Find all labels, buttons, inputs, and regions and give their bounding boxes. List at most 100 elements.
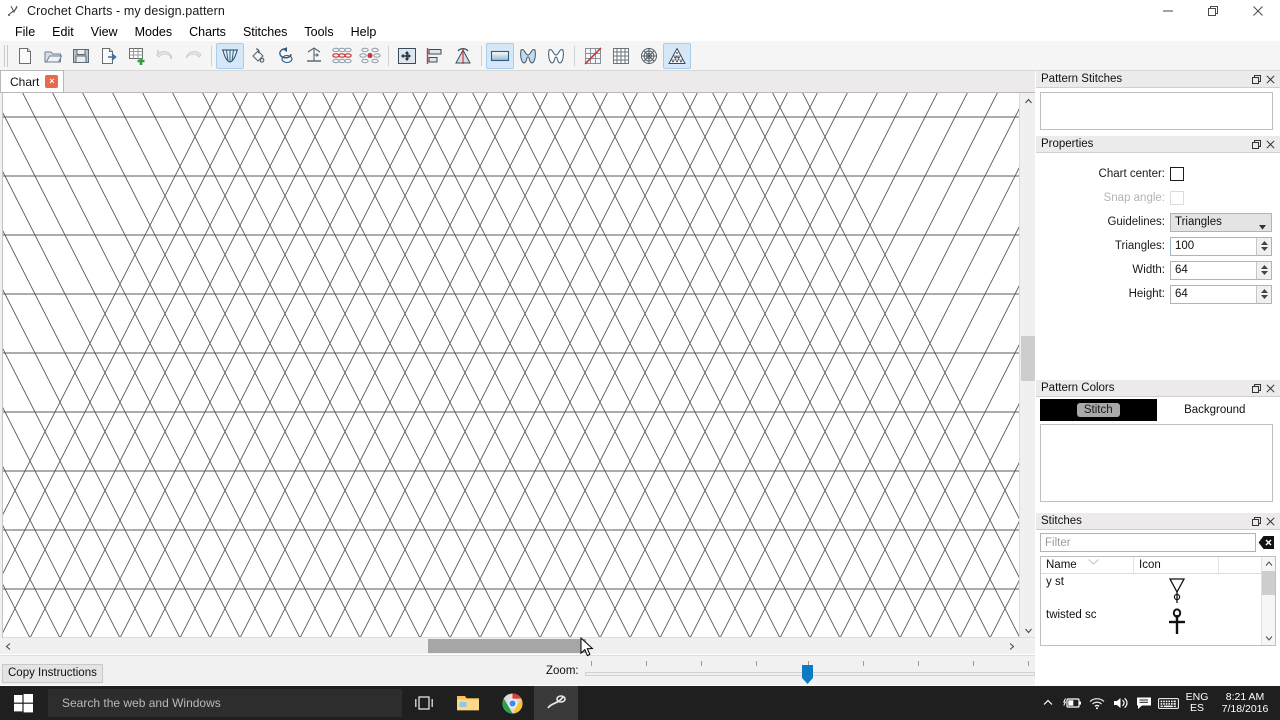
redo-button[interactable] (179, 43, 207, 69)
height-value: 64 (1175, 288, 1188, 300)
stitch-mode-button[interactable] (216, 42, 244, 69)
wifi-icon[interactable] (1084, 686, 1108, 720)
stitches-table[interactable]: Name Icon y st twisted sc (1040, 556, 1276, 646)
pattern-stitches-close-icon[interactable] (1263, 72, 1277, 86)
move-tool-button[interactable] (393, 43, 421, 69)
new-document-button[interactable] (11, 43, 39, 69)
tab-close-icon[interactable]: × (45, 75, 59, 88)
menu-charts[interactable]: Charts (181, 23, 235, 41)
height-input[interactable]: 64 (1170, 284, 1272, 304)
pattern-stitches-float-icon[interactable] (1249, 72, 1263, 86)
toolbar-grip[interactable] (3, 44, 9, 67)
menu-help[interactable]: Help (343, 23, 386, 41)
chart-style-row-button[interactable] (486, 42, 514, 69)
stitches-float-icon[interactable] (1249, 514, 1263, 528)
chart-style-blob-outline-button[interactable] (542, 43, 570, 69)
table-row[interactable]: twisted sc (1041, 607, 1275, 640)
new-chart-button[interactable] (123, 43, 151, 69)
stitches-table-scrollbar[interactable] (1261, 557, 1275, 645)
chart-canvas[interactable] (0, 93, 1035, 638)
canvas-horizontal-scrollbar[interactable] (0, 637, 1035, 654)
scroll-down-button[interactable] (1020, 622, 1036, 638)
height-stepper[interactable] (1256, 285, 1271, 303)
clock[interactable]: 8:21 AM 7/18/2016 (1214, 691, 1276, 715)
stitches-scroll-thumb[interactable] (1262, 571, 1275, 595)
menu-modes[interactable]: Modes (127, 23, 182, 41)
properties-float-icon[interactable] (1249, 137, 1263, 151)
file-explorer-button[interactable] (446, 686, 490, 720)
row-edit-mode-button[interactable] (328, 43, 356, 69)
properties-close-icon[interactable] (1263, 137, 1277, 151)
zoom-slider[interactable] (585, 656, 1035, 684)
pattern-colors-float-icon[interactable] (1249, 381, 1263, 395)
canvas-vertical-scrollbar[interactable] (1019, 93, 1035, 638)
stitches-filter-input[interactable]: Filter (1040, 533, 1256, 552)
stitches-close-icon[interactable] (1263, 514, 1277, 528)
keyboard-icon[interactable] (1156, 686, 1180, 720)
rotate-mode-button[interactable] (272, 43, 300, 69)
tab-stitch-color[interactable]: Stitch (1040, 399, 1157, 421)
stitches-scroll-up-button[interactable] (1262, 557, 1275, 571)
scroll-up-button[interactable] (1020, 93, 1036, 109)
show-hidden-icons-button[interactable] (1036, 686, 1060, 720)
chrome-button[interactable] (490, 686, 534, 720)
width-input[interactable]: 64 (1170, 260, 1272, 280)
pattern-colors-close-icon[interactable] (1263, 381, 1277, 395)
stitches-filter-clear-icon[interactable] (1257, 533, 1276, 552)
guideline-none-button[interactable] (579, 43, 607, 69)
minimize-button[interactable] (1145, 0, 1190, 22)
stitches-scroll-down-button[interactable] (1262, 631, 1275, 645)
pattern-stitches-list[interactable] (1040, 92, 1273, 130)
menu-edit[interactable]: Edit (44, 23, 83, 41)
stitches-body: Filter Name Icon y st twisted sc (1036, 530, 1280, 646)
scroll-left-button[interactable] (0, 638, 16, 654)
width-stepper[interactable] (1256, 261, 1271, 279)
guideline-square-button[interactable] (607, 43, 635, 69)
height-row: Height: 64 (1036, 282, 1272, 306)
crochet-app-button[interactable] (534, 686, 578, 720)
mirror-tool-button[interactable] (449, 43, 477, 69)
horizontal-scroll-thumb[interactable] (428, 639, 586, 653)
scroll-right-button[interactable] (1003, 638, 1019, 654)
menu-stitches[interactable]: Stitches (235, 23, 296, 41)
open-document-button[interactable] (39, 43, 67, 69)
chart-center-row: Chart center: (1036, 162, 1272, 186)
action-center-icon[interactable] (1132, 686, 1156, 720)
menu-tools[interactable]: Tools (296, 23, 342, 41)
guidelines-dropdown[interactable]: Triangles (1170, 212, 1272, 233)
tab-chart[interactable]: Chart × (0, 70, 65, 92)
indicator-mode-button[interactable] (300, 43, 328, 69)
grid-edit-mode-button[interactable] (356, 43, 384, 69)
align-tool-button[interactable] (421, 43, 449, 69)
battery-icon[interactable] (1060, 686, 1084, 720)
zoom-slider-thumb[interactable] (802, 665, 813, 684)
triangles-stepper[interactable] (1256, 237, 1271, 255)
chart-center-checkbox[interactable] (1170, 167, 1184, 181)
column-header-icon[interactable]: Icon (1134, 557, 1219, 573)
triangles-input[interactable]: 100 (1170, 236, 1272, 256)
volume-icon[interactable] (1108, 686, 1132, 720)
menu-view[interactable]: View (83, 23, 127, 41)
maximize-button[interactable] (1190, 0, 1235, 22)
language-indicator[interactable]: ENG ES (1180, 692, 1214, 714)
pattern-colors-swatch-list[interactable] (1040, 424, 1273, 502)
task-view-button[interactable] (402, 686, 446, 720)
table-row[interactable]: y st (1041, 574, 1275, 607)
tab-background-color[interactable]: Background (1156, 399, 1273, 421)
vertical-scroll-thumb[interactable] (1021, 336, 1035, 381)
export-document-button[interactable] (95, 43, 123, 69)
triangles-value: 100 (1175, 240, 1195, 252)
color-mode-button[interactable] (244, 43, 272, 69)
copy-instructions-button[interactable]: Copy Instructions (2, 664, 103, 683)
search-input[interactable]: Search the web and Windows (48, 689, 402, 717)
chevron-down-icon (1259, 221, 1266, 233)
start-button[interactable] (0, 686, 46, 720)
undo-button[interactable] (151, 43, 179, 69)
close-button[interactable] (1235, 0, 1280, 22)
chart-tab-strip: Chart × (0, 70, 1035, 93)
guideline-round-button[interactable] (635, 43, 663, 69)
chart-style-blob-filled-button[interactable] (514, 43, 542, 69)
save-document-button[interactable] (67, 43, 95, 69)
guideline-triangle-button[interactable] (663, 42, 691, 69)
menu-file[interactable]: File (7, 23, 44, 41)
